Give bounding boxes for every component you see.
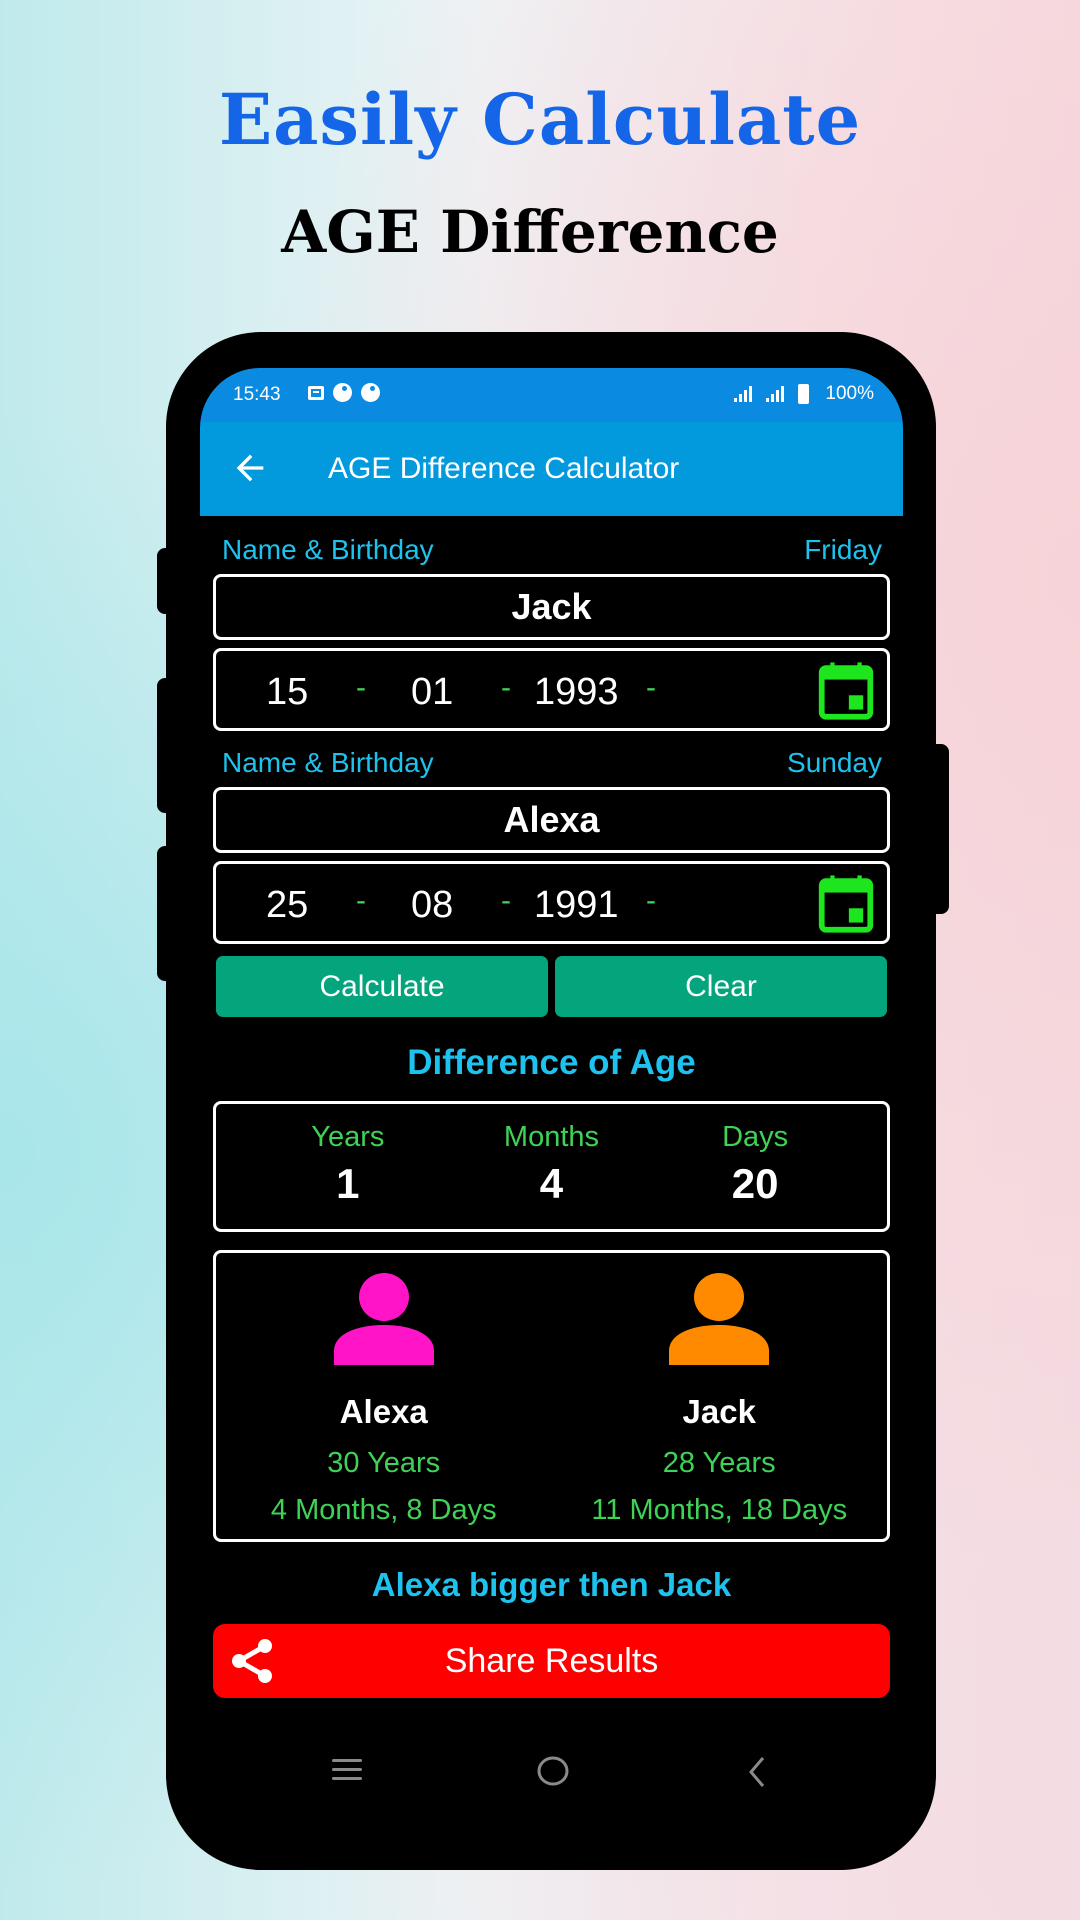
phone-side-button — [925, 744, 949, 914]
message-notification-icon — [308, 385, 324, 400]
battery-icon — [798, 384, 810, 404]
date-separator: - — [646, 884, 656, 917]
person2-weekday: Sunday — [787, 747, 882, 778]
person1-month[interactable]: 01 — [411, 671, 453, 714]
clear-button[interactable]: Clear — [555, 956, 887, 1017]
difference-label: Years — [311, 1121, 385, 1153]
person2-label: Name & Birthday — [222, 747, 434, 778]
share-results-button[interactable]: Share Results — [213, 1624, 890, 1698]
difference-title: Difference of Age — [407, 1043, 696, 1082]
person2-date-field[interactable]: 25 - 08 - 1991 - — [213, 861, 890, 944]
back-nav-icon[interactable] — [745, 1755, 769, 1789]
difference-days: Days 20 — [665, 1121, 845, 1229]
person2-name-input[interactable]: Alexa — [213, 787, 890, 853]
arrow-left-icon[interactable] — [230, 448, 270, 488]
status-time: 15:43 — [233, 384, 281, 405]
verdict-text: Alexa bigger then Jack — [371, 1566, 732, 1603]
phone-side-button — [157, 678, 177, 813]
difference-years: Years 1 — [258, 1121, 438, 1229]
signal-icon — [734, 386, 753, 402]
system-nav-bar — [200, 1713, 903, 1833]
home-icon[interactable] — [536, 1755, 570, 1789]
share-label: Share Results — [444, 1641, 659, 1680]
person1-name-input[interactable]: Jack — [213, 574, 890, 640]
date-separator: - — [356, 671, 366, 704]
difference-panel: Years 1 Months 4 Days 20 — [213, 1101, 890, 1232]
difference-value: 1 — [336, 1160, 360, 1207]
person-years: 28 Years — [662, 1447, 776, 1479]
person-age-card: Alexa 30 Years 4 Months, 8 Days — [216, 1253, 552, 1539]
person-years: 30 Years — [327, 1447, 441, 1479]
calendar-icon[interactable] — [817, 661, 875, 721]
difference-value: 4 — [539, 1160, 564, 1207]
person1-day[interactable]: 15 — [266, 671, 308, 714]
person2-month[interactable]: 08 — [411, 884, 453, 927]
person2-header: Name & Birthday Sunday — [213, 739, 890, 787]
app-screen: 15:43 100% AGE Difference Calculator Nam… — [200, 368, 903, 1833]
signal-icon — [766, 386, 785, 402]
promo-title: Easily Calculate — [218, 78, 862, 161]
person2-year[interactable]: 1991 — [534, 884, 619, 927]
person1-date-field[interactable]: 15 - 01 - 1993 - — [213, 648, 890, 731]
app-notification-icon — [333, 383, 352, 402]
date-separator: - — [356, 884, 366, 917]
calendar-icon[interactable] — [817, 874, 875, 934]
app-title: AGE Difference Calculator — [328, 452, 680, 485]
person1-header: Name & Birthday Friday — [213, 526, 890, 574]
difference-months: Months 4 — [461, 1121, 641, 1229]
person1-weekday: Friday — [804, 534, 882, 565]
phone-side-button — [157, 548, 177, 614]
difference-value: 20 — [731, 1160, 779, 1207]
promo-subtitle: AGE Difference — [281, 198, 779, 266]
person1-label: Name & Birthday — [222, 534, 434, 565]
person-name: Jack — [682, 1393, 756, 1430]
phone-side-button — [157, 846, 177, 981]
date-separator: - — [501, 671, 511, 704]
person-icon — [333, 1273, 434, 1365]
calculate-button[interactable]: Calculate — [216, 956, 548, 1017]
status-bar: 15:43 100% — [200, 368, 903, 422]
person-name: Alexa — [339, 1393, 428, 1430]
person1-year[interactable]: 1993 — [534, 671, 619, 714]
app-bar: AGE Difference Calculator — [200, 422, 903, 516]
ages-panel: Alexa 30 Years 4 Months, 8 Days Jack 28 … — [213, 1250, 890, 1542]
person-months-days: 4 Months, 8 Days — [270, 1494, 497, 1526]
person-icon — [669, 1273, 770, 1365]
person-months-days: 11 Months, 18 Days — [591, 1494, 848, 1526]
difference-label: Days — [722, 1121, 789, 1153]
share-icon — [232, 1639, 272, 1683]
person-age-card: Jack 28 Years 11 Months, 18 Days — [552, 1253, 888, 1539]
difference-label: Months — [503, 1121, 600, 1153]
date-separator: - — [646, 671, 656, 704]
date-separator: - — [501, 884, 511, 917]
person2-day[interactable]: 25 — [266, 884, 308, 927]
recent-apps-icon[interactable] — [330, 1755, 364, 1785]
app-notification-icon — [361, 383, 380, 402]
battery-level: 100% — [825, 383, 874, 404]
